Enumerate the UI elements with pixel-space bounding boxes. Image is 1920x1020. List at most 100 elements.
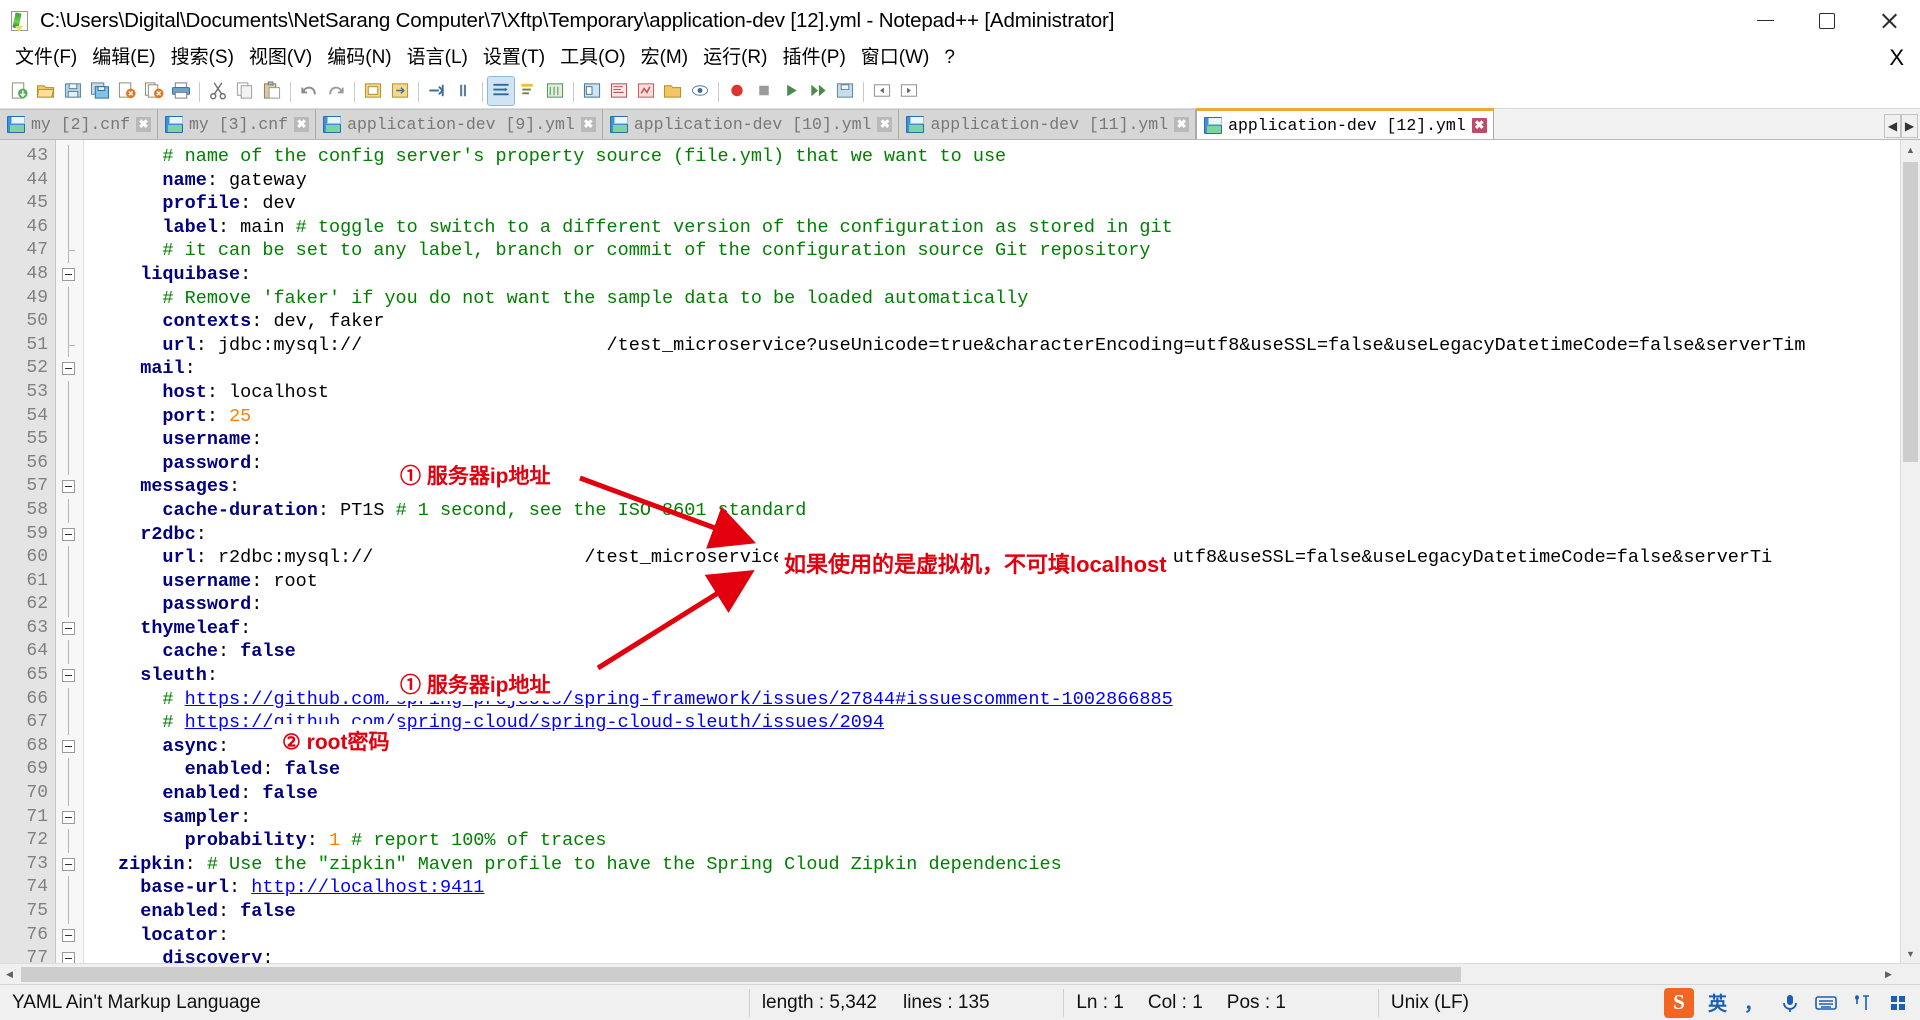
fold-marker[interactable] — [56, 876, 83, 900]
zoom-in-button[interactable] — [424, 77, 450, 105]
code-line[interactable]: # Remove 'faker' if you do not want the … — [84, 287, 1920, 311]
menu-language[interactable]: 语言(L) — [400, 46, 476, 69]
code-line[interactable]: profile: dev — [84, 192, 1920, 216]
code-line[interactable]: enabled: false — [84, 782, 1920, 806]
cut-button[interactable] — [205, 77, 231, 105]
scroll-up-button[interactable]: ▲ — [1901, 140, 1920, 159]
code-line[interactable]: password: — [84, 452, 1920, 476]
next-doc-button[interactable] — [896, 77, 922, 105]
paste-button[interactable] — [259, 77, 285, 105]
copy-button[interactable] — [232, 77, 258, 105]
tab-close-icon[interactable]: ✖ — [136, 117, 152, 132]
vertical-scroll-thumb[interactable] — [1903, 162, 1918, 462]
macro-play-multiple-button[interactable] — [805, 77, 831, 105]
tab-close-icon[interactable]: ✖ — [580, 117, 596, 132]
save-file-button[interactable] — [60, 77, 86, 105]
code-line[interactable]: username: — [84, 428, 1920, 452]
fold-collapse-icon[interactable] — [62, 952, 75, 963]
menu-settings[interactable]: 设置(T) — [476, 46, 553, 69]
fold-collapse-icon[interactable] — [62, 857, 75, 871]
fold-collapse-icon[interactable] — [62, 527, 75, 541]
menu-encoding[interactable]: 编码(N) — [320, 46, 399, 69]
fold-marker[interactable] — [56, 263, 83, 287]
fold-marker[interactable] — [56, 333, 83, 358]
fold-marker[interactable] — [56, 380, 83, 405]
fold-marker[interactable] — [56, 286, 83, 311]
code-line[interactable]: label: main # toggle to switch to a diff… — [84, 216, 1920, 240]
find-button[interactable] — [360, 77, 386, 105]
tab-scroll-left-button[interactable]: ◀ — [1884, 114, 1901, 138]
code-line[interactable]: enabled: false — [84, 900, 1920, 924]
fold-marker[interactable] — [56, 192, 83, 216]
fold-collapse-icon[interactable] — [62, 669, 75, 683]
tab-close-icon[interactable]: ✖ — [877, 117, 893, 132]
editor-area[interactable]: 43 44 45 46 47 48 49 50 51 52 53 54 55 56 57 58 59 60 61 62… — [0, 140, 1920, 963]
menu-macro[interactable]: 宏(M) — [634, 46, 696, 69]
code-line[interactable]: # https://github.com/spring-projects/spr… — [84, 688, 1920, 712]
ime-language-icon[interactable]: 英 — [1705, 990, 1730, 1015]
tab-close-icon[interactable]: ✖ — [1174, 117, 1190, 132]
fold-marker[interactable] — [56, 404, 83, 429]
fold-marker[interactable] — [56, 451, 83, 476]
keyboard-icon[interactable] — [1813, 990, 1838, 1015]
close-button[interactable] — [1858, 0, 1920, 41]
code-line[interactable]: name: gateway — [84, 169, 1920, 193]
macro-record-button[interactable] — [724, 77, 750, 105]
fold-marker[interactable] — [56, 357, 83, 381]
toolbox-icon[interactable] — [1849, 990, 1874, 1015]
status-eol-format[interactable]: Unix (LF) — [1379, 985, 1664, 1020]
fold-marker[interactable] — [56, 735, 83, 759]
menu-tools[interactable]: 工具(O) — [553, 46, 633, 69]
fold-collapse-icon[interactable] — [62, 621, 75, 635]
print-button[interactable] — [168, 77, 194, 105]
undo-button[interactable] — [296, 77, 322, 105]
fold-marker[interactable] — [56, 523, 83, 547]
fold-marker[interactable] — [56, 428, 83, 452]
fold-marker[interactable] — [56, 498, 83, 523]
fold-marker[interactable] — [56, 711, 83, 735]
fold-marker[interactable] — [56, 168, 83, 193]
fold-marker[interactable] — [56, 215, 83, 240]
code-line[interactable]: thymeleaf: — [84, 617, 1920, 641]
fold-marker[interactable] — [56, 782, 83, 806]
code-line[interactable]: messages: — [84, 475, 1920, 499]
sogou-logo-icon[interactable]: S — [1664, 987, 1695, 1018]
scroll-left-button[interactable]: ◀ — [0, 965, 19, 984]
fold-marker[interactable] — [56, 829, 83, 853]
tab-application-dev-12[interactable]: application-dev [12].yml ✖ — [1196, 108, 1494, 139]
menu-window[interactable]: 窗口(W) — [854, 46, 938, 69]
code-line[interactable]: sleuth: — [84, 664, 1920, 688]
code-line[interactable]: host: localhost — [84, 381, 1920, 405]
document-map-button[interactable] — [606, 77, 632, 105]
maximize-button[interactable] — [1796, 0, 1858, 41]
close-document-button[interactable]: X — [1889, 45, 1904, 71]
word-wrap-button[interactable] — [487, 75, 515, 106]
horizontal-scroll-thumb[interactable] — [21, 967, 1461, 982]
macro-save-button[interactable] — [832, 77, 858, 105]
open-file-button[interactable] — [33, 77, 59, 105]
code-line[interactable]: sampler: — [84, 806, 1920, 830]
tab-close-icon[interactable]: ✖ — [294, 117, 310, 132]
fold-marker[interactable] — [56, 947, 83, 963]
code-line[interactable]: discovery: — [84, 947, 1920, 963]
tab-my-2-cnf[interactable]: my [2].cnf ✖ — [0, 109, 159, 139]
menu-view[interactable]: 视图(V) — [242, 46, 320, 69]
menu-plugins[interactable]: 插件(P) — [775, 46, 853, 69]
tab-application-dev-9[interactable]: application-dev [9].yml ✖ — [316, 109, 603, 139]
fold-marker[interactable] — [56, 664, 83, 688]
fold-marker[interactable] — [56, 640, 83, 665]
tab-application-dev-11[interactable]: application-dev [11].yml ✖ — [899, 109, 1197, 139]
code-line[interactable]: password: — [84, 593, 1920, 617]
fold-marker[interactable] — [56, 900, 83, 924]
new-file-button[interactable] — [6, 77, 32, 105]
fold-collapse-icon[interactable] — [62, 739, 75, 753]
fold-collapse-icon[interactable] — [62, 480, 75, 494]
fold-marker[interactable] — [56, 310, 83, 334]
fold-marker[interactable] — [56, 924, 83, 948]
monitoring-button[interactable] — [687, 77, 713, 105]
fold-marker[interactable] — [56, 239, 83, 263]
code-line[interactable]: liquibase: — [84, 263, 1920, 287]
fold-marker[interactable] — [56, 546, 83, 570]
fold-collapse-icon[interactable] — [62, 928, 75, 942]
vertical-scrollbar[interactable]: ▲ ▼ — [1900, 140, 1920, 963]
